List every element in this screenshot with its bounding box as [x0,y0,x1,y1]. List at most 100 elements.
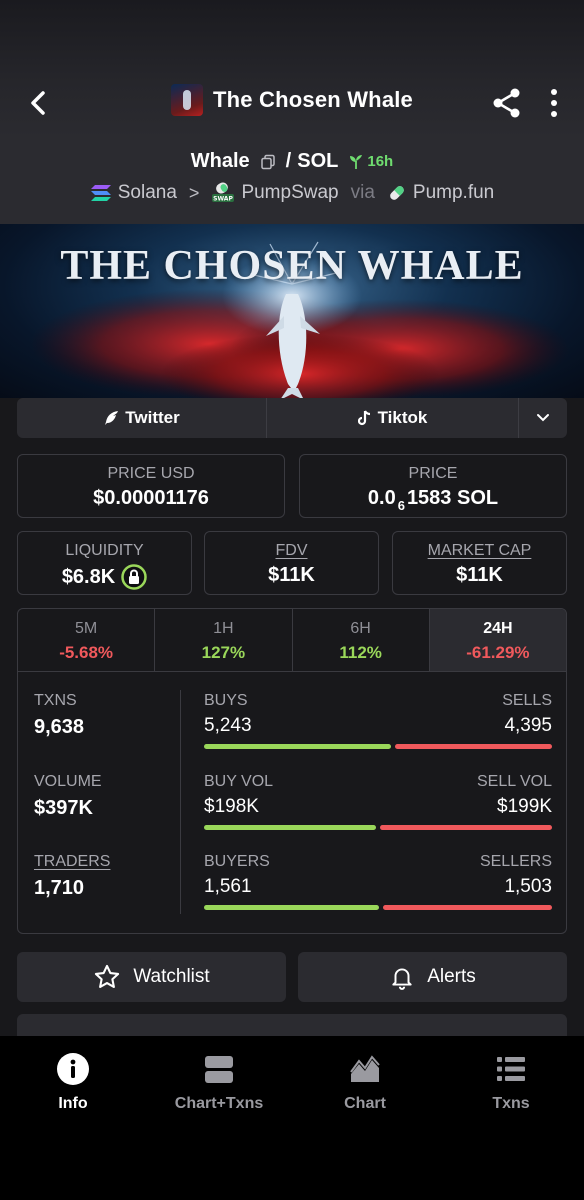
nav-info[interactable]: Info [0,1052,146,1113]
tab-5m-label: 5M [75,620,98,637]
via-label: via [350,182,375,203]
nav-chart-txns-label: Chart+Txns [174,1095,264,1112]
nav-chart[interactable]: Chart [292,1052,438,1113]
banner-title: THE CHOSEN WHALE [60,243,524,289]
nav-txns[interactable]: Txns [438,1052,584,1113]
token-avatar [171,84,203,116]
pair-line: Whale / SOL 16h [0,150,584,173]
buyers-value: 1,561 [204,876,252,897]
nav-chart-txns[interactable]: Chart+Txns [146,1052,292,1113]
split-panel-icon [205,1056,233,1083]
area-chart-icon [350,1055,380,1082]
quote-token: SOL [297,150,339,172]
pair-separator: / [285,150,292,172]
tab-6h[interactable]: 6H 112% [293,609,430,671]
buys-label: BUYS [204,692,248,709]
traders-label: TRADERS [34,853,111,870]
tab-5m-change: -5.68% [59,643,114,662]
liquidity-label: LIQUIDITY [65,542,144,559]
price-native-rest: 1583 SOL [406,487,499,509]
buyers-ratio-bar [204,905,552,910]
watchlist-button[interactable]: Watchlist [17,952,286,1002]
nav-txns-label: Txns [492,1095,530,1112]
txns-stat: TXNS 9,638 [34,692,84,739]
volume-ratio-bar [204,825,552,830]
sellers-bar-segment [383,905,552,910]
buys-sells-ratio-bar [204,744,552,749]
sprout-icon [350,154,363,169]
fdv-value: $11K [268,564,315,586]
txns-label: TXNS [34,692,77,709]
alerts-label: Alerts [427,966,476,987]
buys-bar-segment [204,744,392,749]
star-icon [95,964,120,988]
timeframe-tabs: 5M -5.68% 1H 127% 6H 112% 24H -61.29% [17,608,567,672]
nav-info-label: Info [58,1095,88,1112]
token-banner-image: THE CHOSEN WHALE [0,224,584,402]
tiktok-icon [357,410,370,426]
bottom-navigation: Info Chart+Txns Chart Txns [0,1036,584,1200]
svg-text:SWAP: SWAP [214,196,234,203]
fdv-card[interactable]: FDV $11K [204,531,379,595]
liquidity-card: LIQUIDITY $6.8K [17,531,192,595]
buys-value: 5,243 [204,715,252,736]
list-icon [497,1057,525,1081]
lock-icon[interactable] [121,564,147,590]
tiktok-button[interactable]: Tiktok [267,398,519,438]
chevron-down-icon [537,414,549,422]
sellers-label: SELLERS [479,853,552,870]
sell-vol-value: $199K [497,796,552,817]
chain-name[interactable]: Solana [118,182,177,204]
traders-stat[interactable]: TRADERS 1,710 [34,853,110,900]
buys-sells-stat: BUYS SELLS 5,243 4,395 [204,692,552,749]
market-cap-value: $11K [456,564,503,586]
share-icon[interactable] [490,86,524,120]
tab-1h-change: 127% [201,643,246,662]
price-native-prefix: 0.0 [367,487,396,509]
tab-24h-change: -61.29% [466,643,530,662]
dex-name[interactable]: PumpSwap [241,182,338,204]
buyers-bar-segment [204,905,380,910]
sell-vol-label: SELL VOL [476,773,552,790]
token-info-panel: Twitter Tiktok PRICE USD $0.00001176 PRI… [0,398,584,1044]
buyers-label: BUYERS [204,853,270,870]
app-header: The Chosen Whale [0,0,584,138]
more-options-icon[interactable] [540,86,568,120]
volume-value: $397K [34,797,93,819]
watchlist-label: Watchlist [133,966,210,987]
fdv-label: FDV [275,542,308,559]
page-title: The Chosen Whale [213,87,413,112]
txns-value: 9,638 [34,716,85,738]
pumpfun-pill-icon [390,186,404,200]
social-links-bar: Twitter Tiktok [17,398,567,438]
sell-vol-bar-segment [379,825,552,830]
market-cap-card[interactable]: MARKET CAP $11K [392,531,567,595]
price-native-value: 0.0 6 1583 SOL [300,487,566,513]
launchpad-name[interactable]: Pump.fun [413,182,494,204]
alerts-button[interactable]: Alerts [298,952,567,1002]
trade-stats-panel: TXNS 9,638 VOLUME $397K TRADERS 1,710 BU… [17,672,567,934]
twitter-button[interactable]: Twitter [17,398,267,438]
tab-1h[interactable]: 1H 127% [155,609,293,671]
tab-24h[interactable]: 24H -61.29% [429,609,566,671]
feather-icon [105,411,119,425]
sells-bar-segment [395,744,552,749]
copy-icon[interactable] [260,154,276,170]
liquidity-value-row: $6.8K [18,564,191,590]
buyers-sellers-stat: BUYERS SELLERS 1,561 1,503 [204,853,552,910]
more-socials-dropdown[interactable] [519,398,567,438]
sellers-value: 1,503 [504,876,552,897]
price-usd-card: PRICE USD $0.00001176 [17,454,285,518]
volume-label: VOLUME [34,773,102,790]
market-cap-label: MARKET CAP [427,542,532,559]
price-usd-label: PRICE USD [107,465,195,482]
liquidity-value: $6.8K [61,565,116,588]
tiktok-label: Tiktok [377,408,428,427]
chain-breadcrumb: Solana > SWAP PumpSwap via Pump.fun [0,182,584,204]
price-usd-value: $0.00001176 [93,487,209,509]
solana-icon [90,185,111,201]
stats-divider [180,690,181,914]
tab-5m[interactable]: 5M -5.68% [18,609,156,671]
chevron-right-icon: > [188,182,200,203]
buy-vol-value: $198K [204,796,259,817]
